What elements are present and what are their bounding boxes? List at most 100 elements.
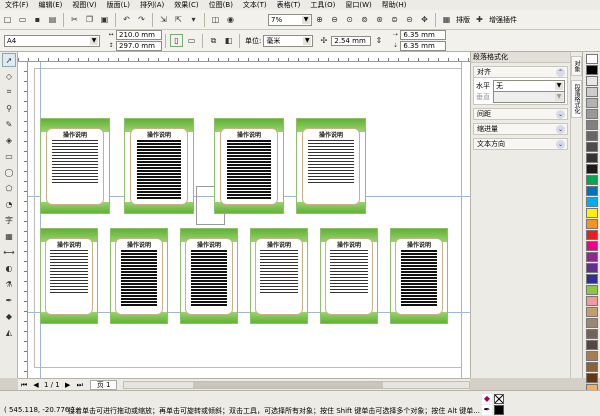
zoom-all-icon[interactable]: ⊚	[358, 13, 371, 26]
chevron-down-icon[interactable]: ⌄	[556, 140, 565, 149]
last-page-icon[interactable]: ⏭	[75, 380, 85, 390]
shape-tool-icon[interactable]: ◇	[2, 69, 16, 83]
color-swatch[interactable]	[585, 263, 598, 273]
color-swatch[interactable]	[585, 241, 598, 251]
export-icon[interactable]: ⇱	[172, 13, 185, 26]
paper-size-combo[interactable]: A4 ▼	[4, 34, 100, 47]
launcher-icon[interactable]: ▾	[187, 13, 200, 26]
tab-objects[interactable]: 对象	[571, 56, 582, 76]
document-thumbnail[interactable]: 操作说明	[320, 228, 378, 324]
import-icon[interactable]: ⇲	[157, 13, 170, 26]
portrait-icon[interactable]: ▯	[170, 34, 183, 47]
cut-icon[interactable]: ✂	[68, 13, 81, 26]
eyedropper-icon[interactable]: ⚗	[2, 277, 16, 291]
zoom-width-icon[interactable]: ⊜	[388, 13, 401, 26]
tab-paragraph-format[interactable]: 段落格式化	[571, 80, 582, 118]
menu-table[interactable]: 表格(T)	[272, 0, 306, 10]
current-page-icon[interactable]: ◧	[222, 34, 235, 47]
units-combo[interactable]: 毫米 ▼	[263, 34, 314, 47]
page-height-field[interactable]: 297.0 mm	[116, 41, 162, 51]
document-thumbnail[interactable]: 操作说明	[214, 118, 284, 214]
color-swatch[interactable]	[585, 296, 598, 306]
page-tab-1[interactable]: 页 1	[89, 379, 118, 390]
color-swatch[interactable]	[585, 219, 598, 229]
color-swatch[interactable]	[585, 153, 598, 163]
color-swatch[interactable]	[585, 65, 598, 75]
color-swatch[interactable]	[585, 197, 598, 207]
color-swatch[interactable]	[585, 230, 598, 240]
menu-arrange[interactable]: 排列(A)	[135, 0, 169, 10]
print-icon[interactable]: ▤	[46, 13, 59, 26]
color-swatch[interactable]	[585, 109, 598, 119]
menu-view[interactable]: 视图(V)	[67, 0, 101, 10]
dimension-tool-icon[interactable]: ⟷	[2, 245, 16, 259]
color-swatch[interactable]	[585, 351, 598, 361]
landscape-icon[interactable]: ▭	[185, 34, 198, 47]
layout-button[interactable]: 排版	[456, 15, 470, 25]
color-swatch[interactable]	[585, 164, 598, 174]
paste-icon[interactable]: ▣	[98, 13, 111, 26]
color-swatch[interactable]	[585, 340, 598, 350]
color-swatch[interactable]	[585, 131, 598, 141]
color-swatch[interactable]	[585, 54, 598, 64]
interactive-blend-icon[interactable]: ◐	[2, 261, 16, 275]
menu-tools[interactable]: 工具(O)	[305, 0, 340, 10]
no-fill-swatch[interactable]	[494, 394, 504, 404]
color-swatch[interactable]	[585, 252, 598, 262]
freehand-tool-icon[interactable]: ✎	[2, 117, 16, 131]
save-icon[interactable]: ▪	[31, 13, 44, 26]
page-width-field[interactable]: 210.0 mm	[116, 30, 162, 40]
vertical-ruler[interactable]	[18, 62, 28, 378]
color-swatch[interactable]	[585, 362, 598, 372]
color-swatch[interactable]	[585, 285, 598, 295]
plugin-button[interactable]: 增强插件	[489, 15, 517, 25]
color-swatch[interactable]	[585, 87, 598, 97]
menu-bitmaps[interactable]: 位图(B)	[204, 0, 238, 10]
open-folder-icon[interactable]: ▭	[16, 13, 29, 26]
horizontal-scrollbar[interactable]	[123, 380, 470, 389]
crop-tool-icon[interactable]: ⌗	[2, 85, 16, 99]
menu-edit[interactable]: 编辑(E)	[34, 0, 68, 10]
zoom-height-icon[interactable]: ⊝	[403, 13, 416, 26]
chevron-down-icon[interactable]: ⌄	[556, 125, 565, 134]
basic-shapes-icon[interactable]: ◔	[2, 197, 16, 211]
nudge-field[interactable]: 2.54 mm	[331, 35, 372, 46]
rectangle-tool-icon[interactable]: ▭	[2, 149, 16, 163]
menu-layout[interactable]: 版面(L)	[102, 0, 135, 10]
smart-fill-icon[interactable]: ◈	[2, 133, 16, 147]
color-swatch[interactable]	[585, 186, 598, 196]
color-swatch[interactable]	[585, 120, 598, 130]
menu-text[interactable]: 文本(T)	[238, 0, 272, 10]
document-thumbnail[interactable]: 操作说明	[124, 118, 194, 214]
menu-file[interactable]: 文件(F)	[0, 0, 34, 10]
fill-bucket-icon[interactable]: ◆	[2, 309, 16, 323]
next-page-icon[interactable]: ▶	[63, 380, 73, 390]
scrollbar-thumb[interactable]	[193, 381, 383, 388]
document-thumbnail[interactable]: 操作说明	[296, 118, 366, 214]
ellipse-tool-icon[interactable]: ◯	[2, 165, 16, 179]
horizontal-ruler[interactable]	[18, 52, 470, 62]
table-tool-icon[interactable]: ▦	[2, 229, 16, 243]
corel-online-icon[interactable]: ◉	[224, 13, 237, 26]
menu-effects[interactable]: 效果(C)	[169, 0, 203, 10]
outline-color-swatch[interactable]	[494, 405, 504, 415]
zoom-out-icon[interactable]: ⊖	[328, 13, 341, 26]
chevron-down-icon[interactable]: ⌄	[556, 110, 565, 119]
menu-help[interactable]: 帮助(H)	[377, 0, 412, 10]
outline-pen-icon[interactable]: ✒	[2, 293, 16, 307]
document-thumbnail[interactable]: 操作说明	[40, 118, 110, 214]
text-tool-icon[interactable]: 字	[2, 213, 16, 227]
document-thumbnail[interactable]: 操作说明	[250, 228, 308, 324]
indent-panel-header[interactable]: 缩进量 ⌄	[473, 123, 568, 135]
undo-icon[interactable]: ↶	[120, 13, 133, 26]
zoom-in-icon[interactable]: ⊕	[313, 13, 326, 26]
spinner-icon[interactable]: ⇕	[372, 34, 385, 47]
color-swatch[interactable]	[585, 98, 598, 108]
zoom-selected-icon[interactable]: ⊙	[343, 13, 356, 26]
color-swatch[interactable]	[585, 307, 598, 317]
first-page-icon[interactable]: ⏮	[19, 380, 29, 390]
text-direction-panel-header[interactable]: 文本方向 ⌄	[473, 138, 568, 150]
chevron-up-icon[interactable]: ⌃	[556, 68, 565, 77]
redo-icon[interactable]: ↷	[135, 13, 148, 26]
zoom-combo[interactable]: 7% ▼	[268, 13, 312, 26]
